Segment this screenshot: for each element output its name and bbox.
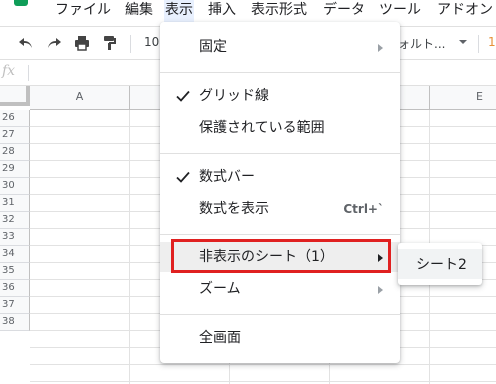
submenu-arrow-icon <box>378 286 383 294</box>
menu-item-full-screen[interactable]: 全画面 <box>160 323 400 353</box>
menu-format[interactable]: 表示形式 <box>250 0 308 22</box>
menu-item-label: ズーム <box>199 281 241 297</box>
redo-icon[interactable] <box>44 33 64 53</box>
menu-edit[interactable]: 編集 <box>124 0 154 22</box>
font-select[interactable]: ォルト... <box>398 35 445 52</box>
column-header-e[interactable]: E <box>430 86 496 110</box>
menu-item-label: 全画面 <box>199 330 241 346</box>
menu-data[interactable]: データ <box>322 0 366 22</box>
menu-insert[interactable]: 挿入 <box>207 0 237 22</box>
row-header[interactable]: 37 <box>0 297 30 314</box>
select-all-corner[interactable] <box>0 86 30 106</box>
undo-icon[interactable] <box>16 33 36 53</box>
menu-divider <box>160 153 400 154</box>
toolbar-divider <box>130 35 131 53</box>
row-header[interactable]: 32 <box>0 212 30 229</box>
menu-divider <box>160 72 400 73</box>
menu-item-label: 保護されている範囲 <box>199 120 325 136</box>
checkmark-icon <box>176 171 190 183</box>
row-header[interactable]: 29 <box>0 161 30 178</box>
highlight-annotation-box <box>171 239 391 273</box>
row-header[interactable]: 28 <box>0 144 30 161</box>
row-header[interactable]: 38 <box>0 314 30 331</box>
column-header-a[interactable]: A <box>30 86 130 110</box>
row-header[interactable]: 36 <box>0 280 30 297</box>
row-header[interactable]: 31 <box>0 195 30 212</box>
menu-view[interactable]: 表示 <box>164 0 194 22</box>
toolbar-divider <box>478 35 479 53</box>
print-icon[interactable] <box>72 33 92 53</box>
menu-file[interactable]: ファイル <box>54 0 112 22</box>
submenu-item-sheet2[interactable]: シート2 <box>398 249 482 279</box>
menu-item-gridlines[interactable]: グリッド線 <box>160 81 400 111</box>
menu-item-label: 固定 <box>199 39 227 55</box>
menu-item-label: 数式を表示 <box>199 201 269 217</box>
menu-item-label: グリッド線 <box>199 88 269 104</box>
menu-divider <box>160 314 400 315</box>
view-menu-dropdown: 固定 グリッド線 保護されている範囲 数式バー 数式を表示 Ctrl+` 非表示… <box>160 22 400 363</box>
menu-item-label: 数式バー <box>199 169 255 185</box>
menu-item-protected-ranges[interactable]: 保護されている範囲 <box>160 113 400 143</box>
menu-bar: ファイル 編集 表示 挿入 表示形式 データ ツール アドオン <box>0 0 496 22</box>
menu-item-freeze[interactable]: 固定 <box>160 32 400 62</box>
submenu-item-label: シート2 <box>416 257 467 273</box>
menu-item-formula-bar[interactable]: 数式バー <box>160 162 400 192</box>
font-dropdown-chevron-icon[interactable] <box>459 40 467 44</box>
font-size-select[interactable]: 1 <box>488 35 496 49</box>
menu-item-show-formulas[interactable]: 数式を表示 Ctrl+` <box>160 194 400 224</box>
row-header[interactable]: 33 <box>0 229 30 246</box>
checkmark-icon <box>176 90 190 102</box>
paint-format-icon[interactable] <box>100 33 120 53</box>
menu-divider <box>160 234 400 235</box>
submenu-arrow-icon <box>378 44 383 52</box>
hidden-sheets-submenu: シート2 <box>398 243 482 285</box>
zoom-select[interactable]: 10 <box>144 35 159 49</box>
row-header[interactable]: 27 <box>0 127 30 144</box>
sheets-logo-icon[interactable] <box>14 0 28 6</box>
row-header[interactable]: 30 <box>0 178 30 195</box>
menu-tools[interactable]: ツール <box>378 0 422 22</box>
fx-icon: fx <box>2 63 16 79</box>
formula-divider <box>28 65 29 81</box>
menu-item-shortcut: Ctrl+` <box>343 202 384 216</box>
menu-item-zoom[interactable]: ズーム <box>160 274 400 304</box>
row-header[interactable]: 26 <box>0 110 30 127</box>
row-header[interactable]: 34 <box>0 246 30 263</box>
row-header[interactable]: 35 <box>0 263 30 280</box>
menu-addons[interactable]: アドオン <box>436 0 494 22</box>
